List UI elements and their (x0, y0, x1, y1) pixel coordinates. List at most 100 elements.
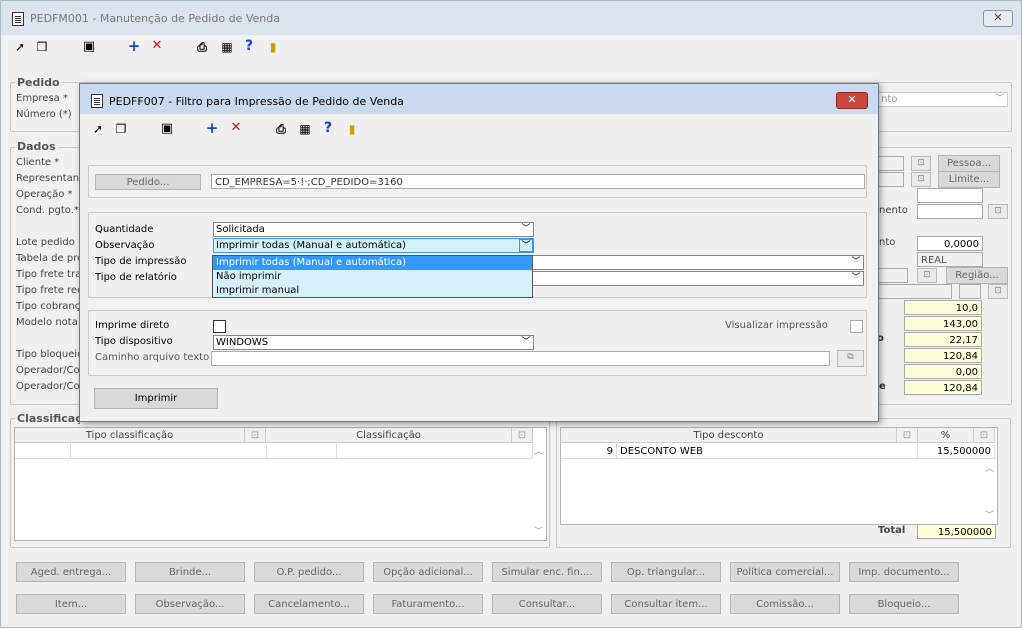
dialog-pedido-field[interactable]: CD_EMPRESA=5·!·;CD_PEDIDO=3160 (211, 174, 865, 189)
imp-documento-button[interactable]: Imp. documento... (849, 562, 959, 582)
faturamento-button[interactable]: Faturamento... (373, 594, 483, 614)
modelo-nota-label: Modelo nota (16, 317, 78, 328)
exit-icon[interactable]: ▮ (266, 40, 280, 54)
total-label: Total (878, 525, 906, 536)
value-field-2: 143,00 (904, 316, 982, 331)
observacao-button[interactable]: Observação... (135, 594, 245, 614)
desconto-desc-cell[interactable]: DESCONTO WEB (617, 444, 918, 459)
cliente-search-button[interactable]: ⊡ (911, 156, 931, 171)
frete-rec-search-button[interactable]: ⊡ (988, 284, 1008, 299)
table-cell[interactable] (337, 444, 533, 459)
regiao-button[interactable]: Região... (946, 267, 1008, 284)
caminho-arquivo-label: Caminho arquivo texto (95, 352, 210, 363)
chevron-down-icon: ﹀ (995, 94, 1005, 104)
cond-right-field[interactable] (917, 204, 983, 219)
filter-icon[interactable]: ⊡ (245, 428, 266, 443)
tipo-dispositivo-select[interactable]: WINDOWS ﹀ (213, 335, 534, 350)
delete-icon[interactable]: ✕ (150, 39, 164, 53)
col-percent[interactable]: % (918, 428, 974, 443)
lote-right-field[interactable]: 0,0000 (917, 236, 983, 251)
classificacao-grid[interactable]: Tipo classificação ⊡ Classificação ⊡ ︿ ﹀ (14, 427, 547, 541)
desconto-code-cell[interactable]: 9 (561, 444, 617, 459)
scroll-up-icon[interactable]: ︿ (534, 444, 543, 457)
print-icon[interactable]: ⎙ (274, 122, 288, 136)
chevron-down-icon: ﹀ (851, 257, 861, 267)
table-cell[interactable] (267, 444, 337, 459)
main-titlebar: PEDFM001 - Manutenção de Pedido de Venda… (1, 1, 1021, 35)
help-icon[interactable]: ? (321, 121, 335, 135)
consultar-button[interactable]: Consultar... (492, 594, 602, 614)
main-toolbar: ➚ ❐ ▣ + ✕ ⎙ ▦ ? ▮ (1, 37, 1021, 59)
quantidade-select[interactable]: Solicitada ﹀ (213, 222, 534, 237)
opcao-adicional-button[interactable]: Opção adicional... (373, 562, 483, 582)
imprimir-button[interactable]: Imprimir (94, 388, 218, 409)
dialog-close-button[interactable]: ✕ (836, 92, 868, 109)
add-icon[interactable]: + (127, 39, 141, 54)
table-cell[interactable] (15, 444, 71, 459)
operacao-right-field[interactable] (917, 188, 983, 203)
visualizar-impressao-checkbox[interactable] (850, 320, 863, 333)
op-pedido-button[interactable]: O.P. pedido... (254, 562, 364, 582)
select-icon[interactable]: ➚ (13, 40, 27, 54)
frete-tra-right-field (878, 268, 908, 283)
save-icon[interactable]: ▣ (82, 40, 96, 54)
table-cell[interactable] (71, 444, 267, 459)
help-icon[interactable]: ? (242, 39, 256, 53)
exit-icon[interactable]: ▮ (345, 122, 359, 136)
value-field-5: 0,00 (904, 364, 982, 379)
brinde-button[interactable]: Brinde... (135, 562, 245, 582)
copy-icon[interactable]: ❐ (114, 122, 128, 136)
comissao-button[interactable]: Comissão... (730, 594, 840, 614)
imprime-direto-checkbox[interactable] (213, 320, 226, 333)
dropdown-option[interactable]: Não imprimir (213, 270, 532, 284)
dropdown-option[interactable]: Imprimir todas (Manual e automática) (213, 256, 532, 270)
dialog-title: PEDFF007 - Filtro para Impressão de Pedi… (109, 95, 404, 108)
filter-icon[interactable]: ⊡ (897, 428, 918, 443)
col-classificacao[interactable]: Classificação (266, 428, 512, 443)
col-tipo-classificacao[interactable]: Tipo classificação (15, 428, 245, 443)
calendar-icon[interactable]: ▦ (220, 40, 234, 54)
limite-button[interactable]: Limite... (938, 171, 1000, 188)
filter-icon[interactable]: ⊡ (512, 428, 533, 443)
operacao-label: Operação * (16, 189, 73, 200)
observacao-select[interactable]: Imprimir todas (Manual e automática) ﹀ (213, 238, 534, 253)
pedido-right-combo[interactable]: nto ﹀ (878, 92, 1008, 107)
print-icon[interactable]: ⎙ (195, 40, 209, 54)
filter-icon[interactable]: ⊡ (974, 428, 995, 443)
cancelamento-button[interactable]: Cancelamento... (254, 594, 364, 614)
simular-enc-fin-button[interactable]: Simular enc. fin.... (492, 562, 602, 582)
op-triangular-button[interactable]: Op. triangular... (611, 562, 721, 582)
tipo-frete-rec-label: Tipo frete rec (16, 285, 83, 296)
observacao-dropdown-list: Imprimir todas (Manual e automática) Não… (212, 255, 533, 298)
cond-search-button[interactable]: ⊡ (988, 204, 1008, 219)
main-close-button[interactable]: ✕ (983, 10, 1013, 27)
dropdown-option[interactable]: Imprimir manual (213, 284, 532, 298)
calendar-icon[interactable]: ▦ (298, 122, 312, 136)
consultar-item-button[interactable]: Consultar item... (611, 594, 721, 614)
tipo-cobranca-label: Tipo cobranç (16, 301, 81, 312)
copy-icon[interactable]: ❐ (35, 40, 49, 54)
frete-tra-search-button[interactable]: ⊡ (917, 268, 937, 283)
numero-label: Número (*) (16, 109, 72, 120)
select-icon[interactable]: ➚ (91, 122, 105, 136)
scroll-down-icon[interactable]: ﹀ (534, 524, 543, 537)
desconto-pct-cell[interactable]: 15,500000 (918, 444, 995, 459)
save-icon[interactable]: ▣ (160, 122, 174, 136)
representante-search-button[interactable]: ⊡ (911, 172, 931, 187)
bloqueio-button[interactable]: Bloqueio... (849, 594, 959, 614)
add-icon[interactable]: + (205, 121, 219, 136)
caminho-arquivo-field[interactable] (211, 351, 830, 366)
desconto-grid[interactable]: Tipo desconto ⊡ % ⊡ 9 DESCONTO WEB 15,50… (560, 427, 998, 525)
value-field-6: 120,84 (904, 380, 982, 395)
col-tipo-desconto[interactable]: Tipo desconto (561, 428, 897, 443)
scroll-down-icon[interactable]: ﹀ (985, 508, 994, 521)
pessoa-button[interactable]: Pessoa... (938, 155, 1000, 172)
browse-folder-icon[interactable]: ⧉ (837, 350, 864, 367)
scroll-up-icon[interactable]: ︿ (985, 461, 994, 474)
chevron-down-icon[interactable]: ﹀ (519, 239, 533, 252)
aged-entrega-button[interactable]: Aged. entrega... (16, 562, 126, 582)
item-button[interactable]: Item... (16, 594, 126, 614)
delete-icon[interactable]: ✕ (229, 121, 243, 135)
dialog-pedido-button[interactable]: Pedido... (95, 174, 201, 190)
politica-comercial-button[interactable]: Política comercial... (730, 562, 840, 582)
